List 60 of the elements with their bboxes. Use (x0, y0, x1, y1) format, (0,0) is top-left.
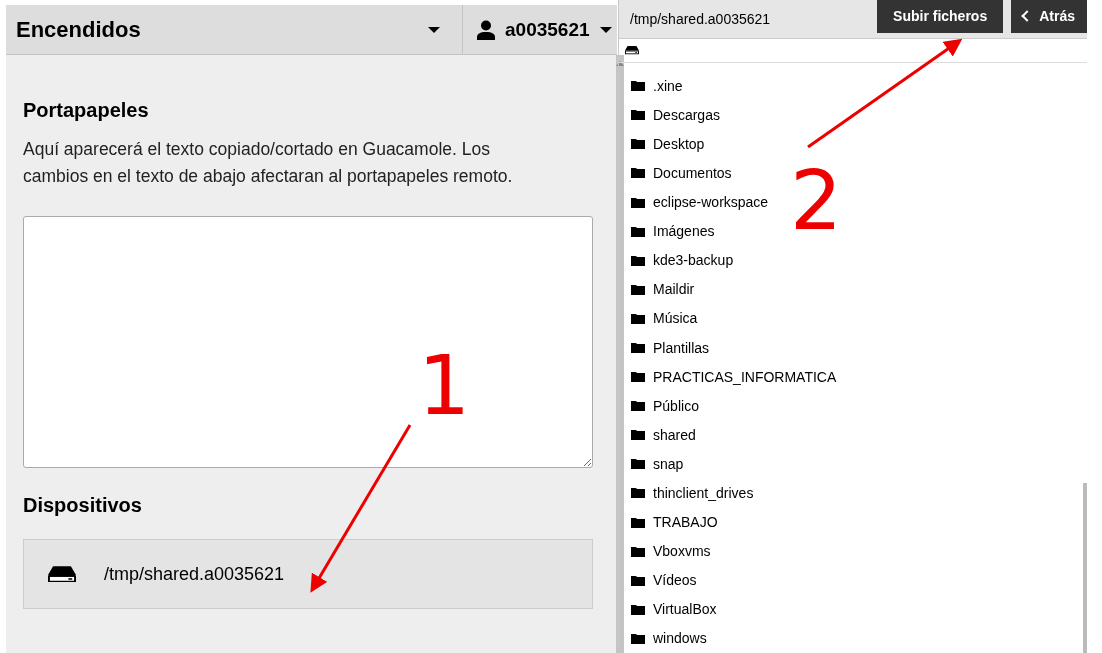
folder-item[interactable]: windows (653, 630, 707, 647)
folder-icon (631, 574, 645, 586)
dropdown-caret-icon[interactable] (599, 26, 612, 33)
device-path: /tmp/shared.a0035621 (104, 563, 285, 585)
section-heading: Dispositivos (23, 494, 143, 517)
drive-icon (48, 565, 76, 583)
folder-item[interactable]: VirtualBox (653, 601, 717, 618)
folder-item[interactable]: .xine (653, 77, 683, 94)
folder-icon (631, 342, 645, 353)
folder-icon (631, 254, 645, 266)
folder-item[interactable]: kde3-backup (653, 252, 734, 269)
folder-icon (631, 109, 645, 121)
folder-icon (631, 516, 645, 528)
folder-icon (631, 487, 645, 499)
folder-icon (631, 167, 645, 179)
folder-icon (631, 429, 645, 441)
folder-icon (631, 458, 645, 470)
folder-icon (631, 312, 645, 324)
folder-item[interactable]: TRABAJO (653, 514, 718, 531)
drive-icon (625, 46, 639, 55)
folder-icon (631, 225, 645, 237)
folder-item[interactable]: Vídeos (653, 572, 697, 589)
folder-item[interactable]: Desktop (653, 135, 705, 152)
menu-title: Encendidos (15, 16, 142, 43)
folder-item[interactable]: Maildir (653, 281, 695, 298)
current-path: /tmp/shared.a0035621 (630, 10, 772, 27)
folder-icon (631, 603, 645, 615)
annotation-number: 1 (418, 345, 471, 427)
folder-item[interactable]: Documentos (653, 164, 732, 181)
user-menu[interactable]: a0035621 (505, 18, 590, 41)
folder-icon (631, 283, 645, 295)
folder-item[interactable]: Imágenes (653, 223, 715, 240)
folder-item[interactable]: thinclient_drives (653, 485, 754, 501)
clipboard-description: Aquí aparecerá el texto copiado/cortado en Guacamole. Los cambios en el texto de abajo afectaran al portapapeles remoto. (23, 138, 514, 188)
section-heading: Portapapeles (23, 99, 150, 122)
folder-item[interactable]: Descargas (653, 106, 720, 123)
folder-icon (631, 196, 645, 208)
folder-item[interactable]: snap (653, 455, 684, 472)
folder-item[interactable]: Público (653, 397, 699, 414)
folder-item[interactable]: Música (653, 310, 698, 327)
folder-item[interactable]: PRACTICAS_INFORMATICA (653, 368, 837, 385)
scrollbar[interactable] (616, 55, 624, 653)
folder-icon (631, 400, 645, 412)
annotation-number: 2 (790, 160, 843, 242)
folder-item[interactable]: Plantillas (653, 339, 710, 356)
folder-item[interactable]: eclipse-workspace (653, 194, 769, 211)
clipboard-text-area[interactable] (23, 216, 593, 468)
user-icon (477, 19, 495, 40)
folder-icon (631, 80, 645, 92)
upload-button[interactable]: Subir ficheros (877, 0, 1004, 33)
device-item[interactable]: /tmp/shared.a0035621 (23, 539, 593, 609)
folder-icon (631, 371, 645, 383)
back-button[interactable]: Atrás (1011, 0, 1087, 33)
folder-icon (631, 138, 645, 150)
folder-icon (631, 545, 645, 557)
dropdown-caret-icon[interactable] (428, 26, 440, 33)
scrollbar-thumb[interactable] (1083, 483, 1087, 653)
folder-icon (631, 632, 645, 644)
folder-item[interactable]: Vboxvms (653, 543, 711, 560)
folder-item[interactable]: shared (653, 426, 696, 443)
